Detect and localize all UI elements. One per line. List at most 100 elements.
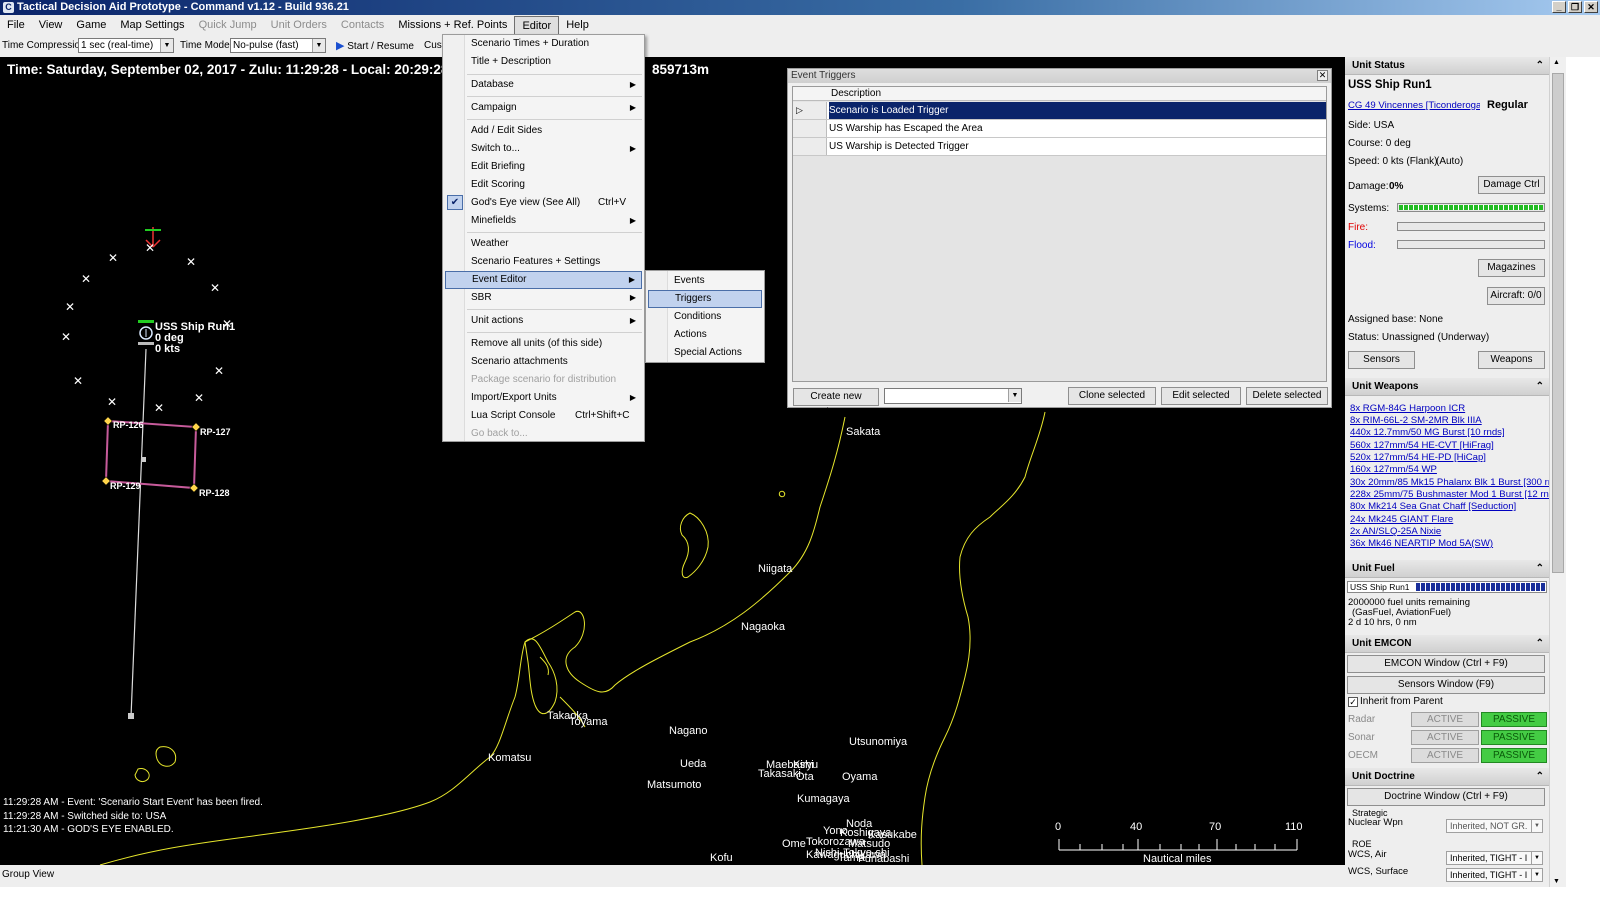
menu-item-remove-all-units[interactable]: Remove all units (of this side) xyxy=(445,335,642,353)
contact-marker[interactable]: ✕ xyxy=(107,396,117,408)
weapon-link[interactable]: 160x 127mm/54 WP xyxy=(1350,464,1437,475)
weapon-link[interactable]: 30x 20mm/85 Mk15 Phalanx Blk 1 Burst [30… xyxy=(1350,477,1549,488)
menu-map-settings[interactable]: Map Settings xyxy=(113,15,191,35)
contact-marker[interactable]: ✕ xyxy=(145,242,155,254)
menu-item-scenario-features[interactable]: Scenario Features + Settings xyxy=(445,253,642,271)
create-trigger-button[interactable]: Create new trigger: xyxy=(793,388,879,418)
radar-passive-button[interactable]: PASSIVE xyxy=(1481,712,1547,727)
unit-status-header[interactable]: Unit Status ⌃ xyxy=(1345,57,1549,75)
menu-file[interactable]: File xyxy=(0,15,32,35)
nuclear-select[interactable]: Inherited, NOT GR. ▼ xyxy=(1446,819,1543,833)
weapon-link[interactable]: 520x 127mm/54 HE-PD [HiCap] xyxy=(1350,452,1486,463)
close-window-button[interactable]: ✕ xyxy=(1584,1,1598,13)
contact-marker[interactable]: ✕ xyxy=(65,301,75,313)
inherit-checkbox[interactable]: ✓ xyxy=(1348,697,1358,707)
doctrine-window-button[interactable]: Doctrine Window (Ctrl + F9) xyxy=(1347,788,1545,806)
menu-item-campaign[interactable]: Campaign ▶ xyxy=(445,99,642,117)
sonar-passive-button[interactable]: PASSIVE xyxy=(1481,730,1547,745)
magazines-button[interactable]: Magazines xyxy=(1478,259,1545,277)
trigger-type-select[interactable]: ▼ xyxy=(884,388,1022,404)
menu-item-switch-to[interactable]: Switch to... ▶ xyxy=(445,140,642,158)
aircraft-button[interactable]: Aircraft: 0/0 xyxy=(1487,287,1545,305)
start-resume-button[interactable]: ▶ Start / Resume xyxy=(336,38,414,54)
submenu-item-events[interactable]: Events xyxy=(648,272,762,290)
unit-weapons-header[interactable]: Unit Weapons ⌃ xyxy=(1345,378,1549,396)
unit-emcon-header[interactable]: Unit EMCON ⌃ xyxy=(1345,635,1549,653)
menu-item-database[interactable]: Database ▶ xyxy=(445,76,642,94)
menu-item-minefields[interactable]: Minefields ▶ xyxy=(445,212,642,230)
panel-scrollbar[interactable]: ▲ ▼ xyxy=(1549,57,1566,887)
menu-item-scenario-times[interactable]: Scenario Times + Duration xyxy=(445,35,642,53)
weapon-link[interactable]: 228x 25mm/75 Bushmaster Mod 1 Burst [12 … xyxy=(1350,489,1549,500)
menu-item-import-export[interactable]: Import/Export Units ▶ xyxy=(445,389,642,407)
menu-view[interactable]: View xyxy=(32,15,70,35)
table-row[interactable]: ▷ Scenario is Loaded Trigger xyxy=(793,102,1326,120)
wcs-surface-select[interactable]: Inherited, TIGHT - I ▼ xyxy=(1446,868,1543,882)
menu-item-edit-briefing[interactable]: Edit Briefing xyxy=(445,158,642,176)
table-row[interactable]: US Warship has Escaped the Area xyxy=(793,120,1326,138)
submenu-item-triggers[interactable]: Triggers xyxy=(648,290,762,308)
menu-item-package-scenario[interactable]: Package scenario for distribution xyxy=(445,371,642,389)
radar-active-button[interactable]: ACTIVE xyxy=(1411,712,1479,727)
weapon-link[interactable]: 440x 12.7mm/50 MG Burst [10 rnds] xyxy=(1350,427,1505,438)
close-icon[interactable]: ✕ xyxy=(1317,70,1328,81)
wcs-air-select[interactable]: Inherited, TIGHT - I ▼ xyxy=(1446,851,1543,865)
contact-marker[interactable]: ✕ xyxy=(186,256,196,268)
weapon-link[interactable]: 24x Mk245 GIANT Flare xyxy=(1350,514,1453,525)
menu-editor[interactable]: Editor xyxy=(514,16,560,35)
submenu-item-special-actions[interactable]: Special Actions xyxy=(648,344,762,362)
scroll-down-icon[interactable]: ▼ xyxy=(1553,878,1560,885)
scrollbar-thumb[interactable] xyxy=(1552,73,1564,573)
menu-item-title-description[interactable]: Title + Description xyxy=(445,53,642,71)
menu-unit-orders[interactable]: Unit Orders xyxy=(264,15,334,35)
menu-missions[interactable]: Missions + Ref. Points xyxy=(391,15,514,35)
weapons-button[interactable]: Weapons xyxy=(1478,351,1545,369)
contact-marker[interactable]: ✕ xyxy=(154,402,164,414)
sensors-window-button[interactable]: Sensors Window (F9) xyxy=(1347,676,1545,694)
unit-fuel-header[interactable]: Unit Fuel ⌃ xyxy=(1345,560,1549,578)
delete-selected-button[interactable]: Delete selected xyxy=(1246,387,1328,405)
weapon-link[interactable]: 8x RGM-84G Harpoon ICR xyxy=(1350,403,1465,414)
unit-label[interactable]: USS Ship Run1 0 deg 0 kts xyxy=(155,322,235,355)
menu-item-scenario-attachments[interactable]: Scenario attachments xyxy=(445,353,642,371)
contact-marker[interactable]: ✕ xyxy=(108,252,118,264)
contact-marker[interactable]: ✕ xyxy=(61,331,71,343)
contact-marker[interactable]: ✕ xyxy=(214,365,224,377)
damage-ctrl-button[interactable]: Damage Ctrl xyxy=(1478,176,1545,194)
menu-item-unit-actions[interactable]: Unit actions ▶ xyxy=(445,312,642,330)
time-mode-select[interactable]: No-pulse (fast) ▼ xyxy=(230,38,326,53)
contact-marker[interactable]: ✕ xyxy=(73,375,83,387)
weapon-link[interactable]: 2x AN/SLQ-25A Nixie xyxy=(1350,526,1441,537)
menu-item-event-editor[interactable]: Event Editor ▶ xyxy=(445,271,642,289)
menu-item-weather[interactable]: Weather xyxy=(445,235,642,253)
contact-marker[interactable]: ✕ xyxy=(81,273,91,285)
event-triggers-title[interactable]: Event Triggers xyxy=(788,69,1331,83)
menu-item-add-edit-sides[interactable]: Add / Edit Sides xyxy=(445,122,642,140)
menu-item-go-back[interactable]: Go back to... xyxy=(445,425,642,443)
submenu-item-actions[interactable]: Actions xyxy=(648,326,762,344)
restore-button[interactable]: ❐ xyxy=(1568,1,1582,13)
contact-marker[interactable]: ✕ xyxy=(194,392,204,404)
menu-item-sbr[interactable]: SBR ▶ xyxy=(445,289,642,307)
weapon-link[interactable]: 80x Mk214 Sea Gnat Chaff [Seduction] xyxy=(1350,501,1516,512)
contact-marker[interactable]: ✕ xyxy=(210,282,220,294)
table-row[interactable]: US Warship is Detected Trigger xyxy=(793,138,1326,156)
menu-item-edit-scoring[interactable]: Edit Scoring xyxy=(445,176,642,194)
weapon-link[interactable]: 560x 127mm/54 HE-CVT [HiFrag] xyxy=(1350,440,1494,451)
edit-selected-button[interactable]: Edit selected xyxy=(1161,387,1241,405)
sonar-active-button[interactable]: ACTIVE xyxy=(1411,730,1479,745)
oecm-active-button[interactable]: ACTIVE xyxy=(1411,748,1479,763)
collapse-icon[interactable]: ⌃ xyxy=(1536,378,1544,396)
menu-help[interactable]: Help xyxy=(559,15,596,35)
collapse-icon[interactable]: ⌃ xyxy=(1536,57,1544,75)
unit-doctrine-header[interactable]: Unit Doctrine ⌃ xyxy=(1345,768,1549,786)
collapse-icon[interactable]: ⌃ xyxy=(1536,768,1544,786)
menu-item-gods-eye[interactable]: ✔ God's Eye view (See All) Ctrl+V xyxy=(445,194,642,212)
collapse-icon[interactable]: ⌃ xyxy=(1536,635,1544,653)
menu-item-lua-console[interactable]: Lua Script Console Ctrl+Shift+C xyxy=(445,407,642,425)
menu-quick-jump[interactable]: Quick Jump xyxy=(192,15,264,35)
submenu-item-conditions[interactable]: Conditions xyxy=(648,308,762,326)
menu-contacts[interactable]: Contacts xyxy=(334,15,391,35)
scroll-up-icon[interactable]: ▲ xyxy=(1553,59,1560,66)
time-compression-select[interactable]: 1 sec (real-time) ▼ xyxy=(78,38,174,53)
